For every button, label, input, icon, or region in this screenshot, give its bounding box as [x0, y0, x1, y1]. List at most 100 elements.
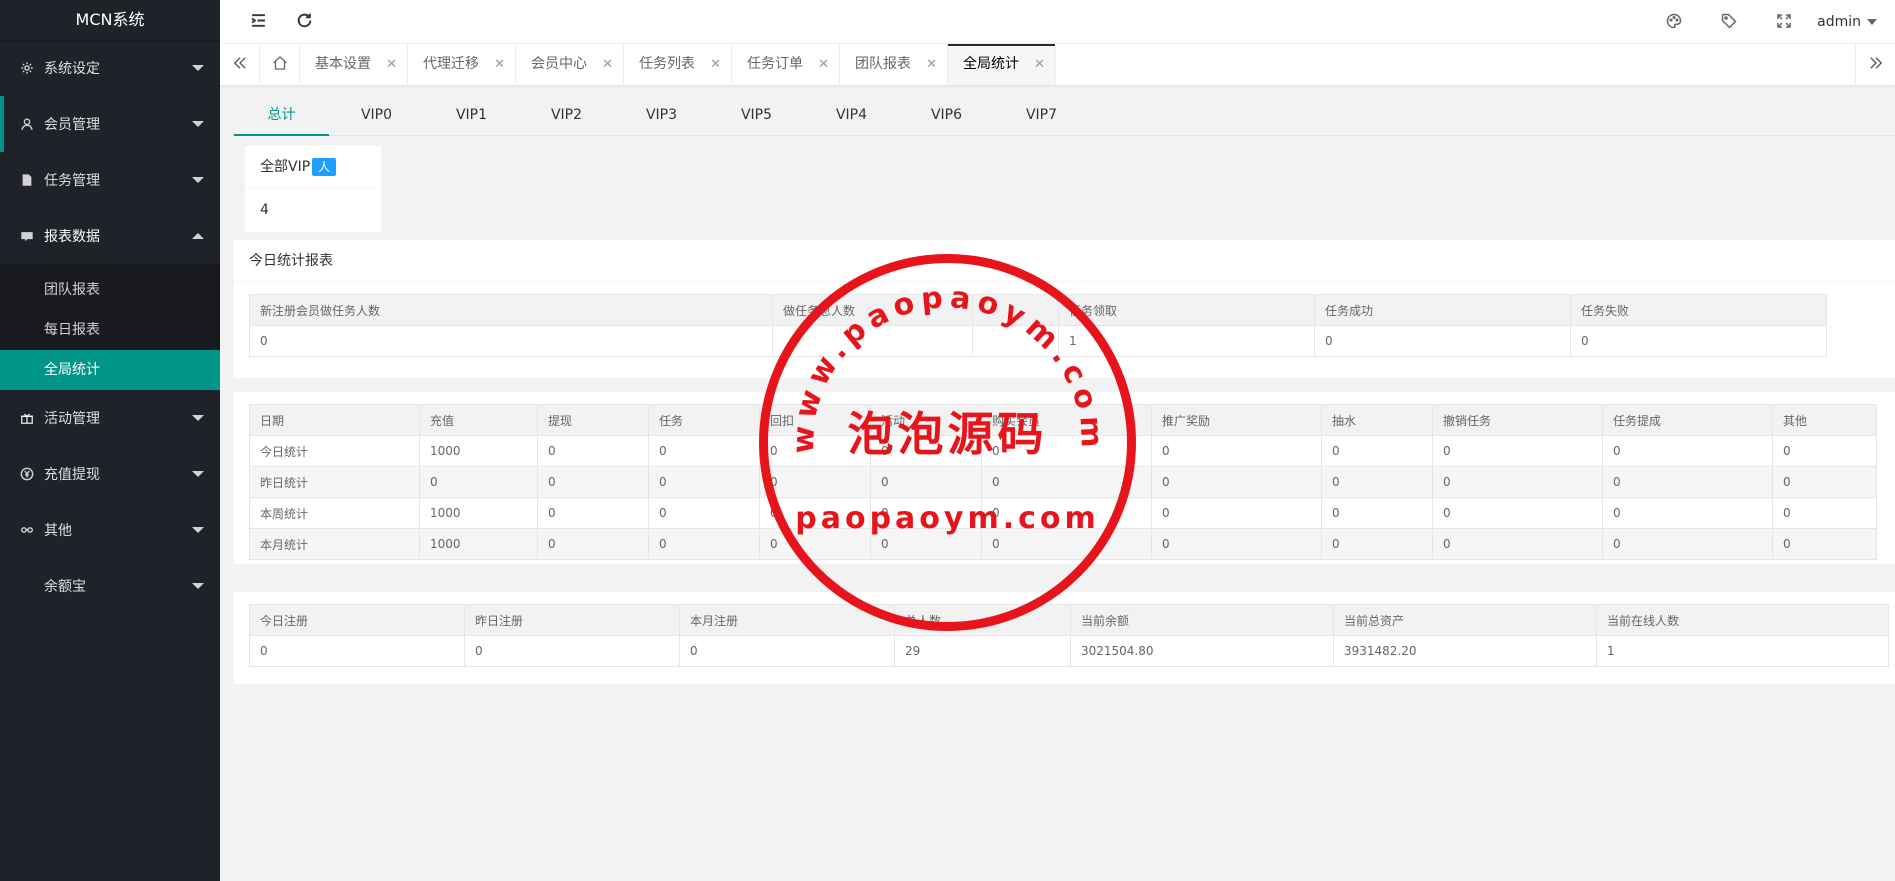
close-icon[interactable]: ✕ [602, 44, 613, 85]
close-icon[interactable]: ✕ [710, 44, 721, 85]
table-cell: 昨日统计 [249, 466, 420, 498]
table-row: 本月统计 1000 0 0 0 0 0 0 0 0 0 0 [249, 528, 1877, 560]
close-icon[interactable]: ✕ [386, 44, 397, 85]
vip-tab-vip7[interactable]: VIP7 [994, 96, 1089, 135]
column-header: 当前在线人数 [1596, 604, 1889, 636]
report-icon [20, 229, 34, 243]
sidebar-item-tasks[interactable]: 任务管理 [0, 152, 220, 208]
sidebar-item-other[interactable]: 其他 [0, 502, 220, 558]
tab-home[interactable] [260, 44, 300, 85]
user-menu[interactable]: admin [1817, 0, 1877, 44]
refresh-button[interactable] [282, 0, 326, 44]
tab-agent-migration[interactable]: 代理迁移 ✕ [408, 44, 516, 85]
registration-summary-panel: 今日注册 昨日注册 本月注册 总人数 当前余额 当前总资产 当前在线人数 0 0… [234, 592, 1895, 684]
today-report-panel: 今日统计报表 新注册会员做任务人数 做任务总人数 任务领取 任务成功 任务失败 … [234, 240, 1895, 378]
table-cell: 0 [1151, 435, 1322, 467]
theme-button[interactable] [1652, 0, 1696, 44]
tab-label: 会员中心 [531, 56, 587, 72]
column-header: 任务成功 [1314, 294, 1571, 326]
column-header: 做任务总人数 [772, 294, 973, 326]
link-icon [20, 523, 34, 537]
table-cell: 0 [419, 466, 538, 498]
vip-tab-total[interactable]: 总计 [234, 96, 329, 136]
table-cell: 0 [870, 528, 982, 560]
column-header: 活动 [870, 404, 982, 436]
fullscreen-button[interactable] [1762, 0, 1806, 44]
vip-tab-vip1[interactable]: VIP1 [424, 96, 519, 135]
vip-tab-vip6[interactable]: VIP6 [899, 96, 994, 135]
finance-stats-panel: 日期 充值 提现 任务 回扣 活动 购买会员 推广奖励 抽水 撤销任务 任务提成… [234, 392, 1895, 564]
menu-toggle-button[interactable] [236, 0, 280, 44]
table-cell: 1000 [419, 528, 538, 560]
sidebar-item-activities[interactable]: 活动管理 [0, 390, 220, 446]
table-cell: 0 [537, 435, 649, 467]
sidebar-item-yuebao[interactable]: 余额宝 [0, 558, 220, 614]
table-cell: 0 [1602, 435, 1773, 467]
today-report-table: 新注册会员做任务人数 做任务总人数 任务领取 任务成功 任务失败 0 1 0 0 [249, 294, 1827, 357]
main-content: 总计 VIP0 VIP1 VIP2 VIP3 VIP5 VIP4 VIP6 VI… [234, 86, 1895, 881]
sidebar-item-deposit-withdraw[interactable]: 充值提现 [0, 446, 220, 502]
tab-member-center[interactable]: 会员中心 ✕ [516, 44, 624, 85]
double-chevron-right-icon [1869, 54, 1883, 75]
column-header: 今日注册 [249, 604, 465, 636]
table-cell: 29 [894, 635, 1071, 667]
vip-card-value: 4 [260, 202, 269, 218]
tab-basic-settings[interactable]: 基本设置 ✕ [300, 44, 408, 85]
tab-task-list[interactable]: 任务列表 ✕ [624, 44, 732, 85]
close-icon[interactable]: ✕ [926, 44, 937, 85]
tabs-scroll-left-button[interactable] [220, 44, 260, 85]
close-icon[interactable]: ✕ [818, 44, 829, 85]
table-cell: 0 [1432, 466, 1603, 498]
table-cell: 1000 [419, 435, 538, 467]
sidebar-subitem-global-stats[interactable]: 全局统计 [0, 350, 220, 390]
vip-tab-vip5[interactable]: VIP5 [709, 96, 804, 135]
table-cell: 0 [981, 466, 1152, 498]
tab-task-orders[interactable]: 任务订单 ✕ [732, 44, 840, 85]
tab-global-stats[interactable]: 全局统计 ✕ [948, 44, 1056, 85]
column-header: 推广奖励 [1151, 404, 1322, 436]
sidebar-item-reports[interactable]: 报表数据 [0, 208, 220, 264]
table-cell: 0 [870, 466, 982, 498]
sidebar-item-label: 系统设定 [44, 61, 100, 77]
unit-badge: 人 [312, 158, 337, 176]
panel-title: 今日统计报表 [234, 240, 1895, 282]
sidebar-subitem-daily-report[interactable]: 每日报表 [0, 310, 220, 350]
vip-tab-vip4[interactable]: VIP4 [804, 96, 899, 135]
table-cell: 0 [464, 635, 680, 667]
close-icon[interactable]: ✕ [1034, 44, 1045, 85]
sidebar-item-label: 会员管理 [44, 117, 100, 133]
finance-stats-table: 日期 充值 提现 任务 回扣 活动 购买会员 推广奖励 抽水 撤销任务 任务提成… [249, 404, 1877, 560]
chevron-down-icon [192, 177, 204, 183]
tabs-scroll-right-button[interactable] [1855, 44, 1895, 85]
table-cell: 0 [1772, 466, 1877, 498]
table-cell: 0 [1772, 497, 1877, 529]
sidebar-item-members[interactable]: 会员管理 [0, 96, 220, 152]
sidebar-subitem-team-report[interactable]: 团队报表 [0, 270, 220, 310]
table-cell: 0 [759, 435, 871, 467]
double-chevron-left-icon [233, 54, 247, 75]
table-row: 本周统计 1000 0 0 0 0 0 0 0 0 0 0 [249, 497, 1877, 529]
tab-team-report[interactable]: 团队报表 ✕ [840, 44, 948, 85]
close-icon[interactable]: ✕ [494, 44, 505, 85]
vip-tab-vip2[interactable]: VIP2 [519, 96, 614, 135]
chevron-down-icon [192, 415, 204, 421]
table-cell: 0 [981, 435, 1152, 467]
table-cell: 0 [1432, 528, 1603, 560]
vip-tab-vip3[interactable]: VIP3 [614, 96, 709, 135]
table-cell: 1 [1058, 325, 1315, 357]
document-icon [20, 173, 34, 187]
tag-button[interactable] [1707, 0, 1751, 44]
table-cell: 0 [1602, 528, 1773, 560]
table-cell: 0 [648, 435, 760, 467]
table-cell: 0 [1321, 528, 1433, 560]
table-cell: 0 [1432, 497, 1603, 529]
column-header: 任务领取 [1058, 294, 1315, 326]
column-header: 本月注册 [679, 604, 895, 636]
table-cell: 0 [1772, 435, 1877, 467]
table-row: 0 0 0 29 3021504.80 3931482.20 1 [249, 635, 1889, 667]
column-header: 抽水 [1321, 404, 1433, 436]
vip-tab-vip0[interactable]: VIP0 [329, 96, 424, 135]
table-cell: 1 [1596, 635, 1889, 667]
sidebar-item-system-settings[interactable]: 系统设定 [0, 40, 220, 96]
tab-label: 基本设置 [315, 56, 371, 72]
